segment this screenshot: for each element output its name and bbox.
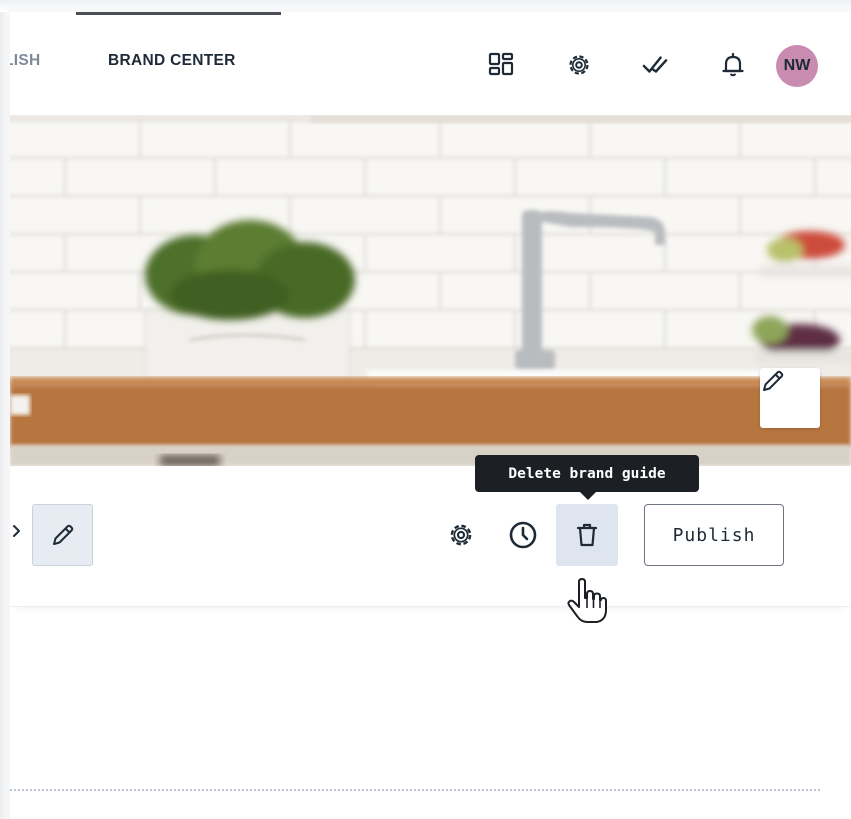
edit-title-button[interactable] — [32, 504, 93, 566]
user-avatar[interactable]: NW — [776, 45, 818, 87]
apps-grid-icon[interactable] — [488, 52, 514, 78]
active-tab-indicator — [76, 12, 281, 15]
section-divider — [10, 789, 820, 791]
gear-icon — [450, 524, 472, 546]
brand-center-panel: LISH BRAND CENTER — [10, 12, 851, 819]
top-header: LISH BRAND CENTER — [10, 12, 851, 115]
hand-pointer-cursor — [566, 578, 608, 629]
trash-icon — [576, 523, 598, 547]
window-edge-left — [0, 0, 10, 819]
delete-tooltip: Delete brand guide — [475, 455, 699, 492]
brand-guide-toolbar: Publish — [10, 466, 851, 607]
pencil-icon — [52, 524, 73, 545]
chevron-right-icon[interactable] — [10, 520, 28, 542]
nav-item-brand-center[interactable]: BRAND CENTER — [108, 52, 236, 70]
tooltip-arrow — [580, 492, 596, 500]
window-edge-top — [0, 0, 851, 12]
delete-brand-guide-button[interactable] — [556, 504, 618, 566]
settings-button[interactable] — [446, 520, 476, 550]
edit-hero-button[interactable] — [760, 368, 820, 428]
double-check-icon[interactable] — [642, 52, 668, 78]
brand-hero-image — [10, 115, 851, 466]
pencil-icon — [763, 370, 784, 391]
history-button[interactable] — [508, 520, 538, 550]
clock-icon — [509, 521, 537, 549]
bell-icon[interactable] — [720, 52, 746, 78]
nav-item-publish[interactable]: LISH — [10, 52, 41, 70]
publish-button[interactable]: Publish — [644, 504, 784, 566]
gear-icon[interactable] — [566, 52, 592, 78]
